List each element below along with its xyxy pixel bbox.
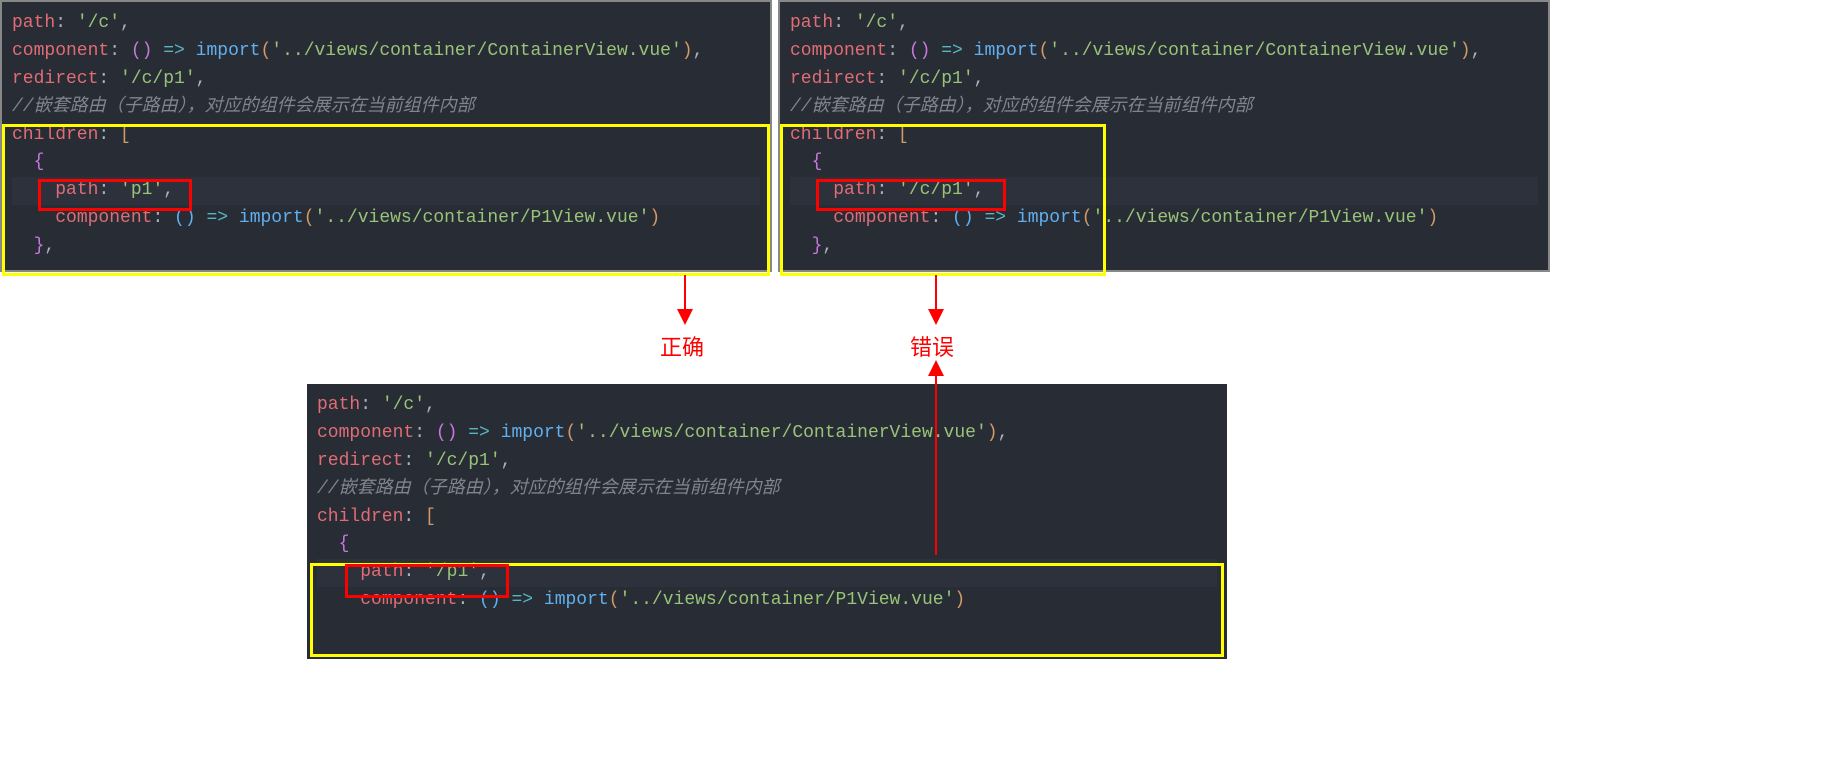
code-comment: //嵌套路由（子路由），对应的组件会展示在当前组件内部 <box>790 94 1538 122</box>
arrow-down-icon <box>675 275 695 325</box>
code-line: path: '/c', <box>317 392 1217 420</box>
code-line: component: () => import('../views/contai… <box>317 587 1217 615</box>
label-wrong: 错误 <box>910 330 954 362</box>
code-line: }, <box>12 233 760 261</box>
code-comment: //嵌套路由（子路由），对应的组件会展示在当前组件内部 <box>317 476 1217 504</box>
label-correct: 正确 <box>660 330 704 362</box>
code-line: children: [ <box>790 122 1538 150</box>
code-line: component: () => import('../views/contai… <box>790 38 1538 66</box>
code-line: redirect: '/c/p1', <box>790 66 1538 94</box>
code-comment: //嵌套路由（子路由），对应的组件会展示在当前组件内部 <box>12 94 760 122</box>
code-line: }, <box>790 233 1538 261</box>
code-line: { <box>12 149 760 177</box>
code-line: path: 'p1', <box>12 177 760 205</box>
code-block-2: path: '/c', component: () => import('../… <box>778 0 1550 272</box>
code-line: component: () => import('../views/contai… <box>12 38 760 66</box>
code-block-1: path: '/c', component: () => import('../… <box>0 0 772 272</box>
code-line: children: [ <box>12 122 760 150</box>
code-line: component: () => import('../views/contai… <box>12 205 760 233</box>
code-line: path: '/p1', <box>317 559 1217 587</box>
code-block-3: path: '/c', component: () => import('../… <box>307 384 1227 659</box>
code-line: path: '/c', <box>790 10 1538 38</box>
code-line: component: () => import('../views/contai… <box>317 420 1217 448</box>
arrow-down-icon <box>926 275 946 325</box>
code-line: redirect: '/c/p1', <box>12 66 760 94</box>
code-line: component: () => import('../views/contai… <box>790 205 1538 233</box>
code-line: children: [ <box>317 504 1217 532</box>
code-line: path: '/c', <box>12 10 760 38</box>
code-line: path: '/c/p1', <box>790 177 1538 205</box>
code-line: redirect: '/c/p1', <box>317 448 1217 476</box>
code-line: { <box>317 531 1217 559</box>
code-line: { <box>790 149 1538 177</box>
